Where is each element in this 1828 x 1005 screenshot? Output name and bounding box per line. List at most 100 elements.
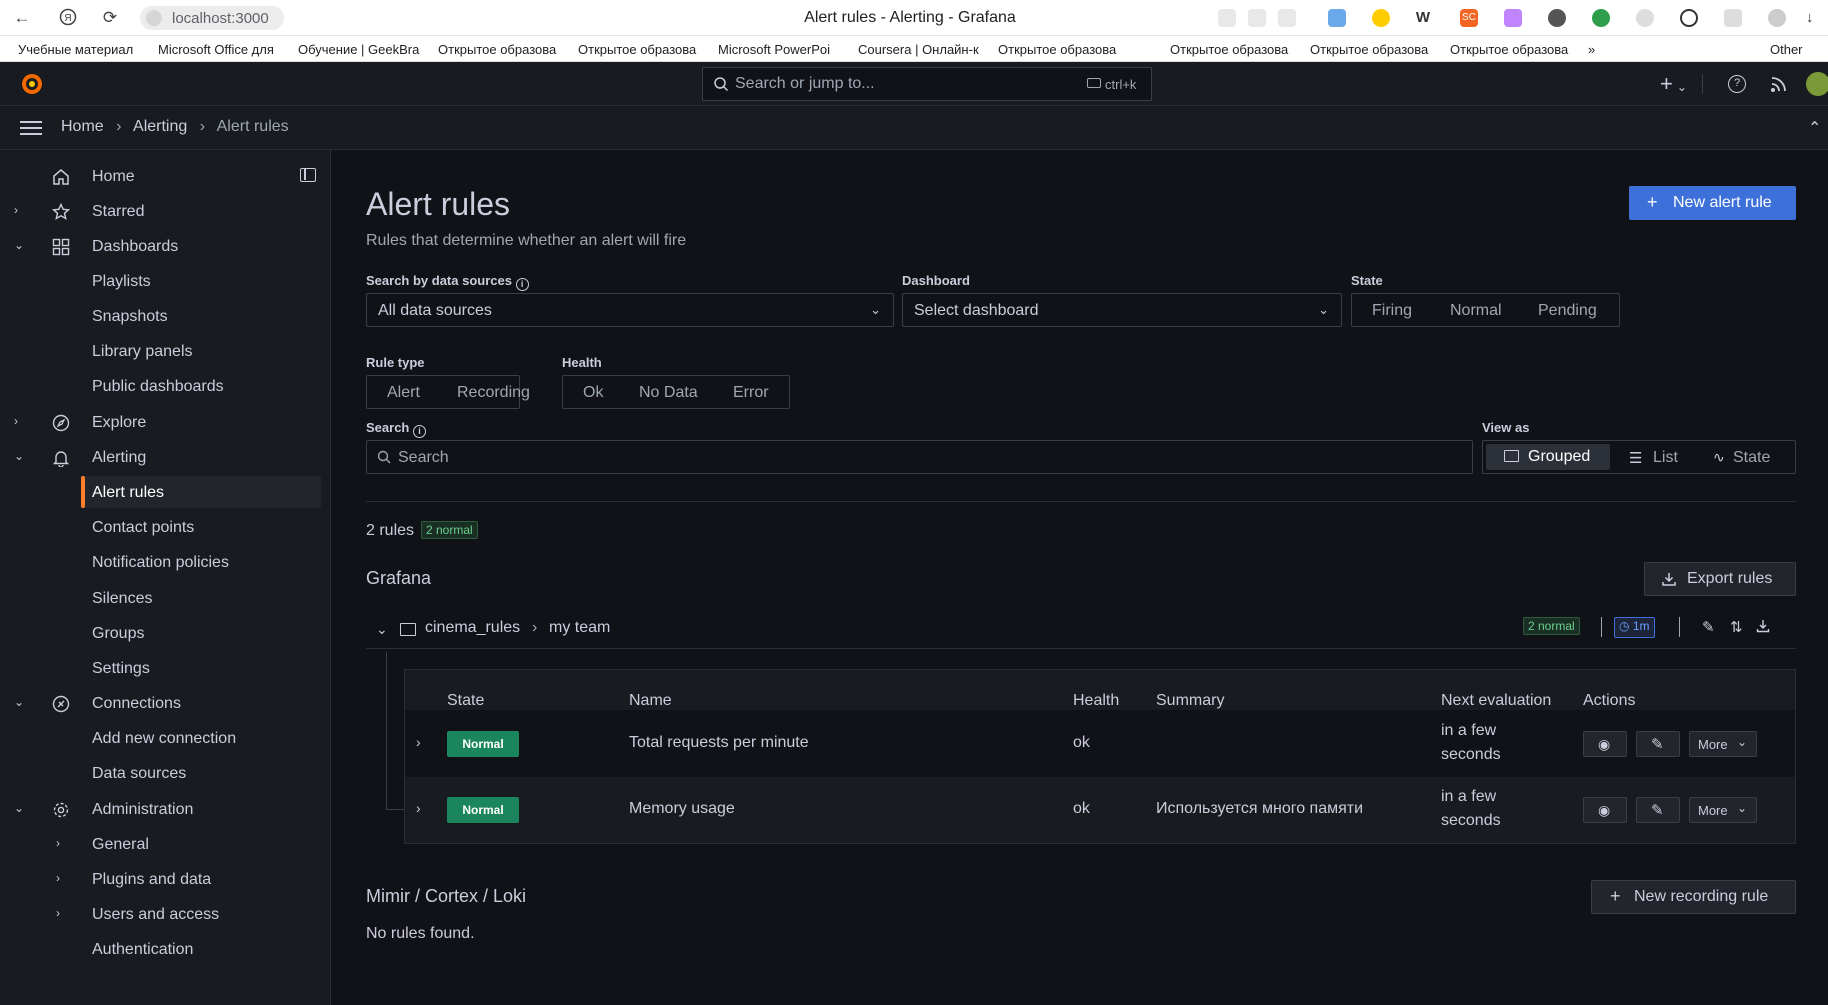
chevron-right-icon[interactable]: › xyxy=(56,836,70,850)
weather-ext-icon[interactable] xyxy=(1328,9,1346,27)
bulb-ext-icon[interactable] xyxy=(1548,9,1566,27)
sidebar-item-notification-policies[interactable]: Notification policies xyxy=(0,546,331,578)
bookmark-item[interactable]: Microsoft PowerPoi xyxy=(718,42,842,57)
menu-toggle-icon[interactable] xyxy=(20,119,42,137)
bookmark-item[interactable]: Microsoft Office для xyxy=(158,42,282,57)
user-avatar[interactable] xyxy=(1806,72,1828,96)
rules-search-input[interactable]: Search xyxy=(366,440,1473,474)
address-bar[interactable]: localhost:3000 xyxy=(140,6,284,30)
sidebar-item-alerting[interactable]: ⌄ Alerting xyxy=(0,441,331,473)
edit-group-icon[interactable]: ✎ xyxy=(1702,618,1715,636)
export-group-icon[interactable] xyxy=(1756,619,1770,633)
reorder-icon[interactable]: ⇅ xyxy=(1730,618,1743,636)
state-option-firing[interactable]: Firing xyxy=(1372,302,1412,320)
bookmark-item[interactable]: Обучение | GeekBra xyxy=(298,42,422,57)
view-rule-button[interactable]: ◉ xyxy=(1583,797,1627,823)
sc-ext-icon[interactable]: SC xyxy=(1460,9,1478,27)
bookmark-item[interactable]: Учебные материал xyxy=(18,42,142,57)
chevron-right-icon[interactable]: › xyxy=(14,414,28,428)
reload-icon[interactable]: ⟳ xyxy=(100,8,120,28)
puzzle-icon[interactable] xyxy=(1724,9,1742,27)
sidebar-item-settings[interactable]: Settings xyxy=(0,652,331,684)
sidebar-item-snapshots[interactable]: Snapshots xyxy=(0,300,331,332)
sidebar-item-public-dashboards[interactable]: Public dashboards xyxy=(0,370,331,402)
sidebar-item-authentication[interactable]: Authentication xyxy=(0,933,331,965)
profile-icon[interactable] xyxy=(1768,9,1786,27)
breadcrumb-home[interactable]: Home xyxy=(61,118,104,135)
state-option-pending[interactable]: Pending xyxy=(1538,302,1597,320)
sidebar-item-contact-points[interactable]: Contact points xyxy=(0,511,331,543)
view-rule-button[interactable]: ◉ xyxy=(1583,731,1627,757)
sidebar-item-users-and-access[interactable]: › Users and access xyxy=(0,898,331,930)
bookmark-item[interactable]: Coursera | Онлайн-к xyxy=(858,42,982,57)
back-icon[interactable]: ← xyxy=(12,8,32,28)
add-new-button[interactable]: + ⌄ xyxy=(1660,71,1687,97)
sidebar-item-playlists[interactable]: Playlists xyxy=(0,265,331,297)
sidebar-item-starred[interactable]: › Starred xyxy=(0,195,331,227)
chevron-right-icon[interactable]: › xyxy=(14,203,28,217)
wikipedia-icon[interactable]: W xyxy=(1414,9,1432,27)
chevron-down-icon[interactable]: ⌄ xyxy=(376,621,388,638)
zoom-icon[interactable] xyxy=(1218,9,1236,27)
help-icon[interactable]: ? xyxy=(1728,75,1746,93)
expand-row-icon[interactable]: › xyxy=(416,800,421,816)
new-alert-rule-button[interactable]: + New alert rule xyxy=(1629,186,1796,220)
collapse-chevron-icon[interactable]: ⌃ xyxy=(1808,118,1821,138)
view-as-grouped[interactable]: Grouped xyxy=(1486,444,1610,470)
pen-ext-icon[interactable] xyxy=(1504,9,1522,27)
info-icon[interactable]: i xyxy=(413,425,426,438)
sidebar-item-plugins-and-data[interactable]: › Plugins and data xyxy=(0,863,331,895)
more-actions-button[interactable]: More ⌄ xyxy=(1689,731,1757,757)
global-search-input[interactable]: Search or jump to... ctrl+k xyxy=(702,67,1152,101)
state-option-normal[interactable]: Normal xyxy=(1450,302,1502,320)
dashboard-select[interactable]: Select dashboard ⌄ xyxy=(902,293,1342,327)
site-info-icon[interactable] xyxy=(146,10,162,26)
edit-rule-button[interactable]: ✎ xyxy=(1636,797,1680,823)
bookmarks-more[interactable]: » xyxy=(1588,42,1595,57)
rule-type-alert[interactable]: Alert xyxy=(387,384,420,402)
view-as-state[interactable]: State xyxy=(1733,449,1770,467)
chevron-right-icon[interactable]: › xyxy=(56,906,70,920)
expand-row-icon[interactable]: › xyxy=(416,734,421,750)
new-recording-rule-button[interactable]: + New recording rule xyxy=(1591,880,1796,914)
sidebar-item-silences[interactable]: Silences xyxy=(0,582,331,614)
news-rss-icon[interactable] xyxy=(1770,75,1788,93)
bookmark-item[interactable]: Открытое образова xyxy=(578,42,702,57)
bookmark-item[interactable]: Открытое образова xyxy=(1450,42,1574,57)
at-icon[interactable] xyxy=(1636,9,1654,27)
bookmark-item[interactable]: Открытое образова xyxy=(438,42,562,57)
sidebar-item-connections[interactable]: ⌄ Connections xyxy=(0,687,331,719)
group-folder-name[interactable]: cinema_rules xyxy=(425,619,520,637)
health-no-data[interactable]: No Data xyxy=(639,384,698,402)
rule-type-recording[interactable]: Recording xyxy=(457,384,530,402)
sidebar-item-home[interactable]: Home xyxy=(0,160,331,192)
chevron-down-icon[interactable]: ⌄ xyxy=(14,238,28,252)
chevron-down-icon[interactable]: ⌄ xyxy=(14,695,28,709)
breadcrumb-alerting[interactable]: Alerting xyxy=(133,118,187,135)
sidebar-item-groups[interactable]: Groups xyxy=(0,617,331,649)
datasource-select[interactable]: All data sources ⌄ xyxy=(366,293,894,327)
sidebar-item-dashboards[interactable]: ⌄ Dashboards xyxy=(0,230,331,262)
edit-rule-button[interactable]: ✎ xyxy=(1636,731,1680,757)
sidebar-item-data-sources[interactable]: Data sources xyxy=(0,757,331,789)
bookmark-item[interactable]: Открытое образова xyxy=(1170,42,1294,57)
shield-ext-icon[interactable] xyxy=(1680,9,1698,27)
more-actions-button[interactable]: More ⌄ xyxy=(1689,797,1757,823)
chevron-down-icon[interactable]: ⌄ xyxy=(14,449,28,463)
grafana-logo-icon[interactable] xyxy=(20,72,44,96)
yandex-icon[interactable]: Я xyxy=(58,8,78,28)
export-rules-button[interactable]: Export rules xyxy=(1644,562,1796,596)
evernote-icon[interactable] xyxy=(1592,9,1610,27)
chevron-down-icon[interactable]: ⌄ xyxy=(14,801,28,815)
sidebar-item-library-panels[interactable]: Library panels xyxy=(0,335,331,367)
sidebar-item-explore[interactable]: › Explore xyxy=(0,406,331,438)
ext-icon-1[interactable] xyxy=(1372,9,1390,27)
sidebar-item-general[interactable]: › General xyxy=(0,828,331,860)
view-as-list[interactable]: List xyxy=(1653,449,1678,467)
download-icon[interactable]: ↓ xyxy=(1806,9,1824,27)
chevron-right-icon[interactable]: › xyxy=(56,871,70,885)
other-bookmarks[interactable]: Other xyxy=(1770,42,1803,57)
url-text[interactable]: localhost:3000 xyxy=(172,10,269,27)
sidebar-item-alert-rules[interactable]: Alert rules xyxy=(81,476,321,508)
translate-icon[interactable] xyxy=(1248,9,1266,27)
